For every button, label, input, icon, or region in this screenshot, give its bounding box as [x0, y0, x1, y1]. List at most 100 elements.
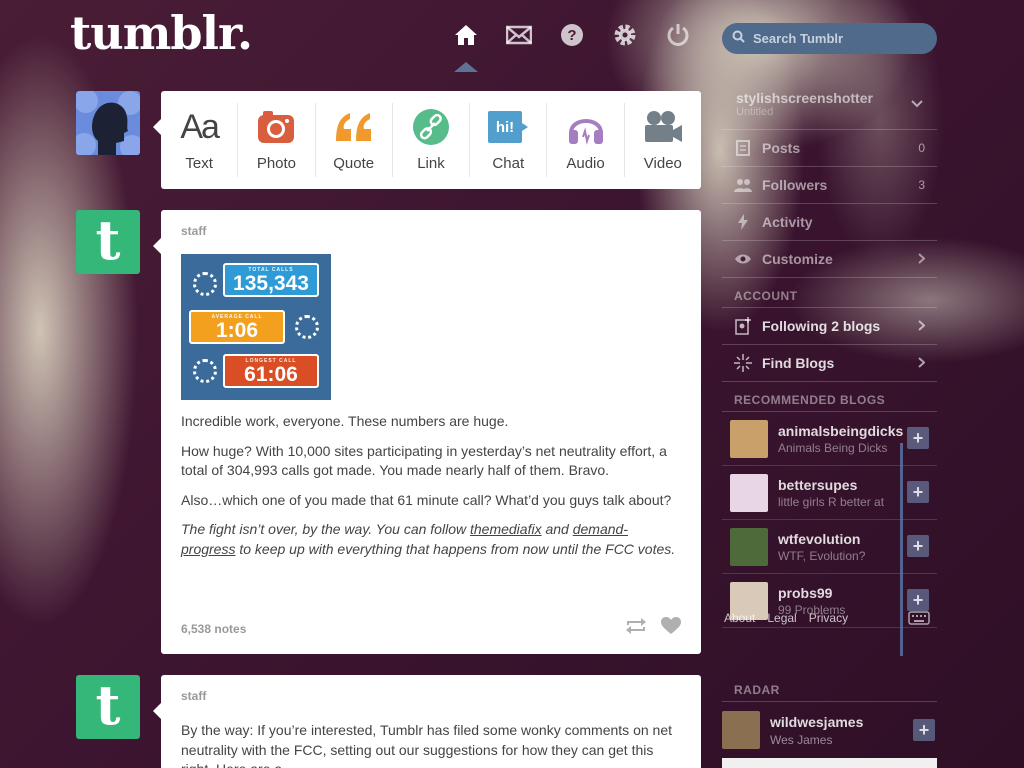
recommended-blog-item[interactable]: wtfevolution WTF, Evolution? +	[722, 520, 937, 574]
post-type-label: Text	[185, 155, 213, 172]
staff-avatar[interactable]: t	[76, 675, 140, 739]
radar-label-wrap: RADAR	[722, 672, 937, 702]
blog-name: stylishscreenshotter	[736, 89, 873, 106]
help-icon[interactable]: ?	[558, 20, 586, 50]
quote-icon	[332, 107, 376, 147]
chat-icon: hi!	[486, 107, 530, 147]
sidebar: stylishscreenshotter Untitled Posts 0 Fo…	[722, 78, 937, 628]
legal-link[interactable]: Legal	[767, 611, 796, 625]
recommended-blog-item[interactable]: bettersupes little girls R better at +	[722, 466, 937, 520]
follow-button[interactable]: +	[907, 481, 929, 503]
post-type-photo-button[interactable]: Photo	[238, 103, 316, 177]
post-type-quote-button[interactable]: Quote	[316, 103, 393, 177]
follow-button[interactable]: +	[907, 589, 929, 611]
follow-button[interactable]: +	[907, 535, 929, 557]
post-paragraph: Incredible work, everyone. These numbers…	[181, 413, 509, 429]
staff-avatar[interactable]: t	[76, 210, 140, 274]
radar-text: wildwesjames Wes James	[770, 714, 863, 747]
spinner-icon	[193, 359, 217, 383]
tumblr-t-logo: t	[95, 210, 121, 272]
themediafix-link[interactable]: themediafix	[470, 521, 542, 537]
radar-post-preview[interactable]	[722, 758, 937, 768]
post-text-span: to keep up with everything that happens …	[235, 540, 676, 557]
about-link[interactable]: About	[724, 611, 755, 625]
post-type-link-button[interactable]: Link	[393, 103, 471, 177]
recommended-blog-avatar[interactable]	[730, 473, 768, 512]
tumblr-logo[interactable]: tumblr.	[70, 6, 253, 60]
post-type-label: Photo	[256, 155, 297, 172]
search-input[interactable]	[753, 31, 923, 46]
recommended-blog-avatar[interactable]	[730, 419, 768, 458]
radar-blog[interactable]: wildwesjames Wes James +	[722, 705, 937, 755]
post-type-selector: Aa Text Photo Quote Link hi! Chat Audio V…	[153, 91, 701, 189]
recommended-blogs-list: animalsbeingdicks Animals Being Dicks + …	[722, 412, 937, 628]
recommended-blog-name: animalsbeingdicks	[778, 422, 904, 439]
longest-call-label: LONGEST CALL	[245, 357, 297, 364]
recommended-blogs-label: RECOMMENDED BLOGS	[722, 382, 937, 412]
post-type-audio-button[interactable]: Audio	[547, 103, 625, 177]
recommended-blog-text: bettersupes little girls R better at	[778, 477, 908, 509]
sidebar-item-find-blogs[interactable]: Find Blogs	[722, 345, 937, 382]
post-type-video-button[interactable]: Video	[625, 103, 701, 177]
user-avatar[interactable]	[76, 91, 140, 155]
search-box[interactable]	[722, 23, 937, 54]
post-type-text-button[interactable]: Aa Text	[161, 103, 239, 177]
post-text-span: The fight isn’t over, by the way. You ca…	[181, 521, 470, 537]
recommended-blog-name: wtfevolution	[778, 530, 861, 547]
like-heart-icon[interactable]	[661, 617, 681, 640]
post-author[interactable]: staff	[181, 224, 681, 238]
follow-button[interactable]: +	[913, 719, 935, 741]
keyboard-icon[interactable]	[908, 611, 930, 630]
sidebar-item-following[interactable]: Following 2 blogs	[722, 308, 937, 345]
post-footer: 6,538 notes	[181, 617, 681, 640]
chevron-down-icon	[911, 95, 923, 113]
post-author[interactable]: staff	[181, 689, 681, 703]
sidebar-item-customize[interactable]: Customize	[722, 241, 937, 278]
follow-button[interactable]: +	[907, 427, 929, 449]
recommended-blog-text: animalsbeingdicks Animals Being Dicks	[778, 423, 908, 455]
average-call-label: AVERAGE CALL	[211, 313, 263, 320]
post-card: staff By the way: If you’re interested, …	[153, 675, 701, 768]
recommended-blog-title: WTF, Evolution?	[778, 548, 866, 563]
recommended-scrollbar[interactable]	[900, 443, 903, 656]
video-camera-icon	[641, 107, 685, 147]
reblog-icon[interactable]	[625, 617, 647, 640]
blog-selector[interactable]: stylishscreenshotter Untitled	[722, 78, 937, 130]
recommended-blog-title: little girls R better at	[778, 494, 885, 509]
longest-call-box: LONGEST CALL 61:06	[223, 354, 319, 388]
chevron-right-icon	[918, 251, 926, 267]
lightning-icon	[734, 214, 752, 230]
total-calls-value: 135,343	[233, 271, 309, 295]
followers-icon	[734, 178, 752, 192]
sidebar-item-activity[interactable]: Activity	[722, 204, 937, 241]
spinner-icon	[295, 315, 319, 339]
call-stats-image[interactable]: TOTAL CALLS 135,343 AVERAGE CALL 1:06 LO…	[181, 254, 331, 400]
top-navigation: ?	[452, 20, 692, 50]
sidebar-item-posts[interactable]: Posts 0	[722, 130, 937, 167]
power-logout-icon[interactable]	[664, 20, 692, 50]
radar-blog-title: Wes James	[770, 732, 833, 747]
radar-avatar[interactable]	[722, 711, 760, 749]
recommended-blog-title: Animals Being Dicks	[778, 440, 888, 455]
post-type-chat-button[interactable]: hi! Chat	[470, 103, 548, 177]
mail-icon[interactable]	[505, 20, 533, 50]
notes-count[interactable]: 6,538 notes	[181, 622, 246, 636]
sidebar-item-label: Activity	[762, 214, 813, 230]
settings-gear-icon[interactable]	[611, 20, 639, 50]
camera-icon	[254, 107, 298, 147]
svg-text:?: ?	[567, 27, 576, 44]
sidebar-item-followers[interactable]: Followers 3	[722, 167, 937, 204]
chevron-right-icon	[918, 355, 926, 371]
headphones-icon	[564, 107, 608, 147]
blog-info: stylishscreenshotter Untitled	[736, 90, 873, 118]
search-icon	[732, 30, 745, 48]
recommended-blog-item[interactable]: animalsbeingdicks Animals Being Dicks +	[722, 412, 937, 466]
chevron-right-icon	[918, 318, 926, 334]
recommended-blog-avatar[interactable]	[730, 527, 768, 566]
privacy-link[interactable]: Privacy	[809, 611, 848, 625]
followers-count: 3	[918, 178, 925, 192]
posts-count: 0	[918, 141, 925, 155]
average-call-box: AVERAGE CALL 1:06	[189, 310, 285, 344]
spinner-icon	[193, 272, 217, 296]
home-icon[interactable]	[452, 20, 480, 50]
